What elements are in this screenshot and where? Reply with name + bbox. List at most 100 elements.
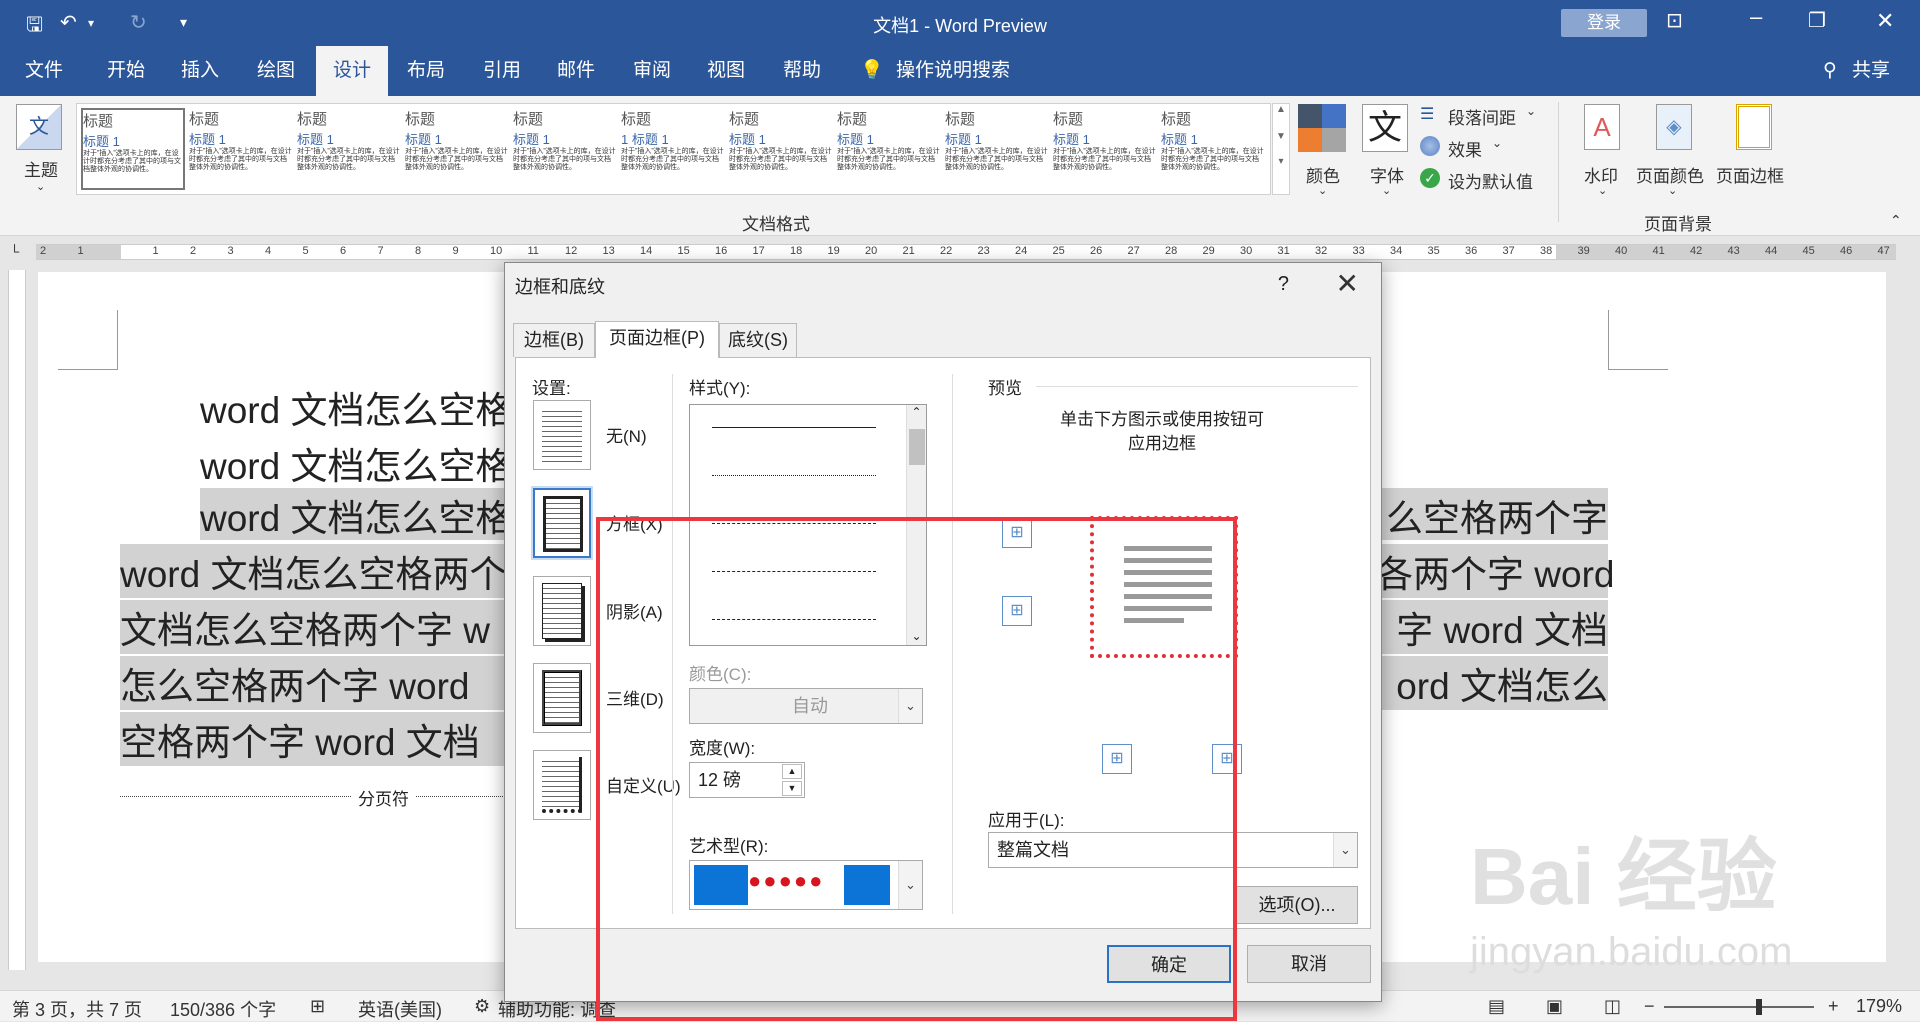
page-count[interactable]: 第 3 页，共 7 页: [12, 996, 142, 1022]
close-window-icon[interactable]: ✕: [1876, 8, 1894, 34]
tell-me-search[interactable]: 操作说明搜索: [896, 46, 1016, 96]
colors-button[interactable]: 颜色 ⌄: [1298, 104, 1350, 214]
style-set-item[interactable]: 标题 标题 1 对于”插入”选项卡上的库，在设计时都充分考虑了其中的项与文档整体外观…: [81, 108, 185, 190]
style-set-item[interactable]: 标题 标题 1 对于”插入”选项卡上的库，在设计时都充分考虑了其中的项与文档整体外观…: [1053, 108, 1157, 190]
effects-button[interactable]: 效果 ⌄: [1420, 136, 1520, 160]
style-set-item[interactable]: 标题 1 标题 1 对于”插入”选项卡上的库，在设计时都充分考虑了其中的项与文档整体…: [621, 108, 725, 190]
setting-box[interactable]: [533, 488, 591, 558]
paragraph-spacing-button[interactable]: ☰ 段落间距 ⌄: [1420, 104, 1540, 128]
style-set-item[interactable]: 标题 标题 1 对于”插入”选项卡上的库，在设计时都充分考虑了其中的项与文档整体外观…: [297, 108, 401, 190]
tab-view[interactable]: 视图: [696, 46, 756, 96]
setting-shadow[interactable]: [533, 576, 591, 646]
zoom-out-button[interactable]: −: [1644, 996, 1655, 1017]
setting-3d[interactable]: [533, 663, 591, 733]
tab-shading[interactable]: 底纹(S): [719, 323, 797, 357]
doc-line-selected[interactable]: word 文档怎么空格: [200, 488, 512, 540]
ruler-number: 31: [1277, 245, 1290, 257]
tab-page-border[interactable]: 页面边框(P): [595, 321, 719, 358]
style-set-item[interactable]: 标题 标题 1 对于”插入”选项卡上的库，在设计时都充分考虑了其中的项与文档整体外观…: [1161, 108, 1265, 190]
style-set-item[interactable]: 标题 标题 1 对于”插入”选项卡上的库，在设计时都充分考虑了其中的项与文档整体外观…: [405, 108, 509, 190]
style-set-title: 标题: [297, 111, 328, 128]
tab-mailings[interactable]: 邮件: [546, 46, 606, 96]
style-set-body: 对于”插入”选项卡上的库，在设计时都充分考虑了其中的项与文档整体外观的协调性。: [83, 150, 181, 173]
watermark-button[interactable]: A 水印 ⌄: [1574, 104, 1630, 214]
style-set-body: 对于”插入”选项卡上的库，在设计时都充分考虑了其中的项与文档整体外观的协调性。: [1053, 148, 1156, 171]
style-set-item[interactable]: 标题 标题 1 对于”插入”选项卡上的库，在设计时都充分考虑了其中的项与文档整体外观…: [513, 108, 617, 190]
ruler-number: 17: [752, 245, 765, 257]
zoom-slider-thumb[interactable]: [1756, 999, 1762, 1015]
style-set-item[interactable]: 标题 标题 1 对于”插入”选项卡上的库，在设计时都充分考虑了其中的项与文档整体外观…: [945, 108, 1049, 190]
read-mode-icon[interactable]: ▤: [1488, 996, 1505, 1017]
doc-line-selected[interactable]: 字 word 文档: [1376, 600, 1608, 654]
collapse-ribbon-icon[interactable]: ⌃: [1890, 212, 1902, 229]
doc-line-selected[interactable]: word 文档怎么空格两个: [120, 544, 510, 598]
ruler-number: 19: [827, 245, 840, 257]
login-button[interactable]: 登录: [1561, 9, 1647, 37]
tab-home[interactable]: 开始: [96, 46, 156, 96]
style-set-item[interactable]: 标题 标题 1 对于”插入”选项卡上的库，在设计时都充分考虑了其中的项与文档整体外观…: [189, 108, 293, 190]
doc-line-selected[interactable]: ord 文档怎么: [1376, 656, 1608, 710]
ruler-number: 6: [340, 245, 347, 257]
ruler-number: 20: [865, 245, 878, 257]
zoom-slider[interactable]: [1664, 999, 1814, 1015]
word-count[interactable]: 150/386 个字: [170, 996, 276, 1022]
close-icon[interactable]: ✕: [1336, 267, 1359, 300]
tab-help[interactable]: 帮助: [772, 46, 832, 96]
doc-line-selected[interactable]: 各两个字 word: [1376, 544, 1614, 598]
set-default-button[interactable]: ✓ 设为默认值: [1420, 168, 1550, 192]
tab-borders[interactable]: 边框(B): [513, 323, 595, 357]
restore-icon[interactable]: ❐: [1808, 8, 1826, 33]
fonts-button[interactable]: 文 字体 ⌄: [1362, 104, 1414, 214]
scroll-thumb[interactable]: [909, 429, 925, 465]
doc-line-selected[interactable]: 么空格两个字: [1376, 488, 1608, 540]
themes-label: 主题: [24, 161, 58, 180]
page-color-button[interactable]: ◈ 页面颜色 ⌄: [1636, 104, 1712, 214]
gallery-scroll[interactable]: ▲ ▼ ▾: [1272, 103, 1290, 195]
ruler-number: 5: [302, 245, 309, 257]
tab-draw[interactable]: 绘图: [246, 46, 306, 96]
options-button[interactable]: 选项(O)...: [1236, 886, 1358, 924]
tab-selector-icon[interactable]: └: [10, 244, 19, 259]
proofing-icon[interactable]: ⊞: [310, 996, 325, 1017]
vertical-ruler[interactable]: [8, 270, 26, 970]
style-set-item[interactable]: 标题 标题 1 对于”插入”选项卡上的库，在设计时都充分考虑了其中的项与文档整体外观…: [837, 108, 941, 190]
themes-icon: 文: [16, 104, 62, 150]
ribbon-display-icon[interactable]: ⊡: [1666, 8, 1683, 33]
language[interactable]: 英语(美国): [358, 996, 442, 1022]
tab-layout[interactable]: 布局: [396, 46, 456, 96]
style-set-item[interactable]: 标题 标题 1 对于”插入”选项卡上的库，在设计时都充分考虑了其中的项与文档整体外观…: [729, 108, 833, 190]
setting-custom[interactable]: [533, 750, 591, 820]
style-set-gallery[interactable]: 标题 标题 1 对于”插入”选项卡上的库，在设计时都充分考虑了其中的项与文档整体外观…: [76, 103, 1271, 195]
print-layout-icon[interactable]: ▣: [1546, 996, 1563, 1017]
ruler-number: 3: [227, 245, 234, 257]
baidu-watermark-url: jingyan.baidu.com: [1470, 930, 1793, 974]
tab-file[interactable]: 文件: [14, 46, 74, 96]
style-set-title: 标题: [945, 111, 976, 128]
style-dotted[interactable]: [712, 475, 876, 476]
setting-none[interactable]: [533, 400, 591, 470]
themes-button[interactable]: 文 主题 ⌄: [16, 104, 70, 204]
ruler-number: 11: [527, 245, 539, 257]
cancel-button[interactable]: 取消: [1247, 945, 1371, 983]
web-layout-icon[interactable]: ◫: [1604, 996, 1621, 1017]
page-border-button[interactable]: 页面边框: [1716, 104, 1792, 214]
crop-mark: [58, 310, 118, 370]
minimize-icon[interactable]: –: [1750, 4, 1762, 30]
tab-insert[interactable]: 插入: [170, 46, 230, 96]
page-break-marker: 分页符: [120, 785, 515, 810]
help-icon[interactable]: ?: [1278, 273, 1289, 296]
zoom-level[interactable]: 179%: [1856, 996, 1902, 1017]
doc-line-selected[interactable]: 怎么空格两个字 word: [120, 656, 510, 710]
doc-line[interactable]: word 文档怎么空格: [200, 436, 512, 490]
setting-none-label[interactable]: 无(N): [606, 422, 647, 447]
doc-line-selected[interactable]: 空格两个字 word 文档: [120, 712, 510, 766]
share-button[interactable]: 共享: [1846, 46, 1896, 96]
style-solid[interactable]: [712, 427, 876, 428]
chevron-down-icon: ⌄: [1598, 185, 1608, 197]
tab-design[interactable]: 设计: [316, 46, 388, 96]
zoom-in-button[interactable]: +: [1828, 996, 1839, 1017]
tab-references[interactable]: 引用: [472, 46, 532, 96]
tab-review[interactable]: 审阅: [622, 46, 682, 96]
doc-line-selected[interactable]: 文档怎么空格两个字 w: [120, 600, 510, 654]
doc-line[interactable]: word 文档怎么空格: [200, 380, 512, 434]
